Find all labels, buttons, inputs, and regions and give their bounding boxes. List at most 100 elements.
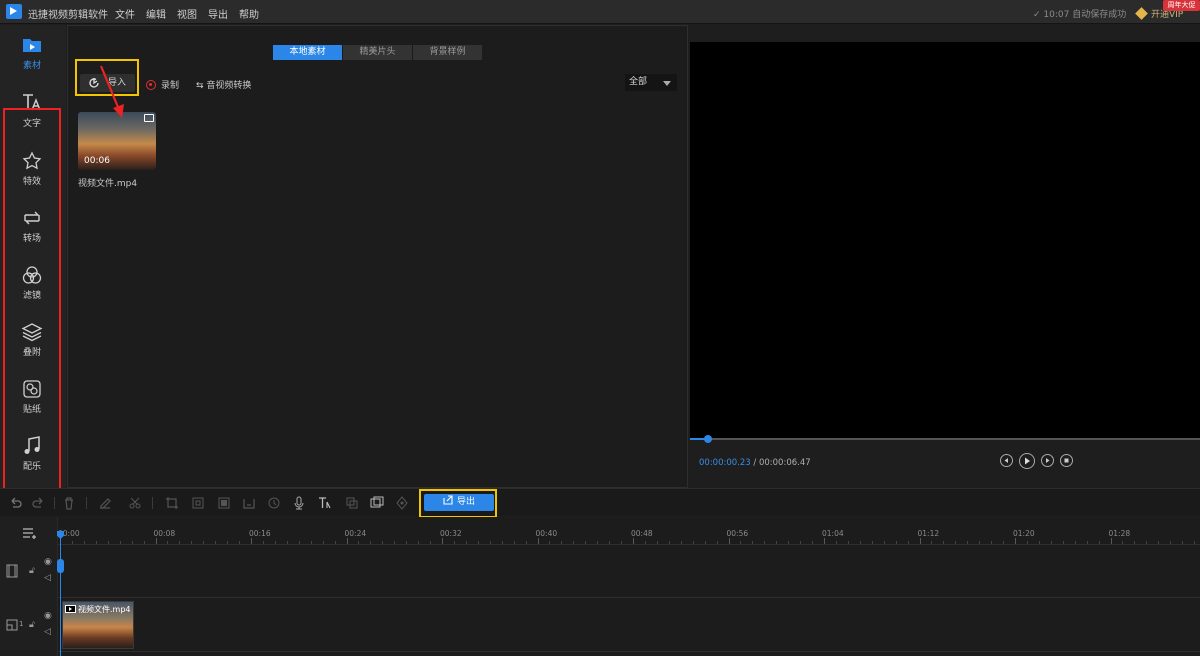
mosaic-icon[interactable] <box>217 496 231 510</box>
clock-icon[interactable] <box>267 496 281 510</box>
speaker-icon[interactable]: ◁ <box>44 573 51 583</box>
media-filter-select[interactable]: 全部 <box>625 74 677 91</box>
ruler-tick-label: 00:48 <box>631 529 653 538</box>
frame-icon[interactable] <box>242 496 256 510</box>
playhead[interactable] <box>60 536 61 656</box>
export-label: 导出 <box>456 497 475 507</box>
play-icon <box>1025 457 1030 464</box>
autosave-status: ✓ 10:07 自动保存成功 <box>1033 10 1127 20</box>
text-tool-icon[interactable] <box>318 496 332 510</box>
lock-icon[interactable]: 🔓︎ <box>29 566 35 576</box>
ruler-minor-tick <box>453 541 455 544</box>
ruler-tick <box>251 538 252 544</box>
ruler-minor-tick <box>143 541 145 544</box>
step-back-icon <box>1004 458 1008 463</box>
lock-icon[interactable]: 🔓︎ <box>29 620 35 630</box>
ruler-minor-tick <box>1086 541 1088 544</box>
play-button[interactable] <box>1019 452 1035 469</box>
ruler-minor-tick <box>119 541 121 544</box>
menu-export[interactable]: 导出 <box>208 6 228 21</box>
convert-label: 音视频转换 <box>206 81 252 91</box>
stop-icon <box>1064 458 1069 463</box>
media-panel: 本地素材 精美片头 背景样例 导入 录制 ⇆ 音视频转换 全部 00:06 视频… <box>67 25 688 488</box>
title-bar: 迅捷视频剪辑软件 文件 编辑 视图 导出 帮助 ✓ 10:07 自动保存成功 开… <box>0 0 1200 24</box>
ruler-minor-tick <box>740 541 742 544</box>
total-time: / 00:00:06.47 <box>753 458 811 468</box>
sidebar-item-label: 素材 <box>22 61 41 71</box>
edit-icon[interactable] <box>98 496 112 510</box>
ruler-minor-tick <box>1194 541 1196 544</box>
record-button[interactable]: 录制 <box>146 78 179 91</box>
record-label: 录制 <box>161 81 180 91</box>
clip-name: 视频文件.mp4 <box>78 605 131 614</box>
ruler-minor-tick <box>477 541 479 544</box>
tab-local-media[interactable]: 本地素材 <box>273 45 342 60</box>
tab-intros[interactable]: 精美片头 <box>343 45 412 60</box>
stop-button[interactable] <box>1060 454 1073 467</box>
video-track[interactable] <box>57 545 1200 598</box>
eye-icon[interactable]: ◉ <box>44 611 52 621</box>
copy-icon[interactable] <box>345 496 359 510</box>
preview-panel: 00:00:00.23 / 00:00:06.47 <box>690 25 1200 488</box>
timeline-clip[interactable]: 视频文件.mp4 <box>62 601 134 649</box>
ruler-minor-tick <box>907 541 909 544</box>
ruler-tick <box>1110 538 1112 544</box>
menu-help[interactable]: 帮助 <box>239 6 259 21</box>
convert-button[interactable]: ⇆ 音视频转换 <box>196 78 251 91</box>
ruler-minor-tick <box>107 541 109 544</box>
ruler-minor-tick <box>883 541 885 544</box>
ruler-minor-tick <box>1050 541 1052 544</box>
tab-backgrounds[interactable]: 背景样例 <box>413 45 482 60</box>
step-forward-icon <box>1046 458 1050 463</box>
ruler-tick-label: 01:04 <box>822 529 844 538</box>
crop-icon[interactable] <box>165 496 179 510</box>
menu-file[interactable]: 文件 <box>115 6 135 21</box>
ruler-minor-tick <box>1122 541 1124 544</box>
redo-icon[interactable] <box>32 496 46 510</box>
time-ruler[interactable]: 00:00 00:08 00:16 00:24 00:32 00:40 00:48 00:56… <box>58 517 1200 545</box>
overlay-track[interactable] <box>58 599 1200 652</box>
ruler-minor-tick <box>131 541 133 544</box>
sidebar-item-media[interactable]: 素材 <box>0 35 64 71</box>
eye-icon[interactable]: ◉ <box>44 557 52 567</box>
timeline: 🔓︎ ◉ ◁ 1 🔓︎ ◉ ◁ 00:00 00:08 00:16 00:24 00:3… <box>0 517 1200 656</box>
ruler-minor-tick <box>621 541 623 544</box>
resize-icon[interactable] <box>191 496 205 510</box>
ruler-minor-tick <box>776 541 778 544</box>
pip-icon[interactable] <box>370 496 384 510</box>
swap-icon: ⇆ <box>196 81 207 91</box>
ruler-minor-tick <box>394 541 396 544</box>
ruler-minor-tick <box>227 541 229 544</box>
cut-icon[interactable] <box>128 496 142 510</box>
ruler-tick-label: 01:12 <box>917 529 940 538</box>
export-button[interactable]: 导出 <box>424 494 494 511</box>
ruler-tick <box>1015 538 1016 544</box>
menu-view[interactable]: 视图 <box>177 6 197 21</box>
ruler-minor-tick <box>764 541 766 544</box>
promo-badge[interactable]: 周年大促 <box>1163 0 1200 11</box>
vip-label: 开通VIP <box>1151 10 1184 20</box>
microphone-icon[interactable] <box>292 496 306 510</box>
previous-frame-button[interactable] <box>1000 454 1013 467</box>
next-frame-button[interactable] <box>1041 454 1054 467</box>
ruler-minor-tick <box>310 541 312 544</box>
add-track-icon[interactable] <box>22 527 38 539</box>
ruler-minor-tick <box>967 541 969 544</box>
ruler-minor-tick <box>549 541 551 544</box>
app-title: 迅捷视频剪辑软件 <box>28 10 108 21</box>
preview-progress-bar[interactable] <box>690 435 1200 443</box>
ruler-minor-tick <box>262 541 264 544</box>
speaker-icon[interactable]: ◁ <box>44 627 51 637</box>
menu-edit[interactable]: 编辑 <box>146 6 166 21</box>
marker-icon[interactable] <box>395 496 409 510</box>
media-duration: 00:06 <box>84 156 110 166</box>
ruler-minor-tick <box>95 541 97 544</box>
delete-icon[interactable] <box>62 496 76 510</box>
progress-handle[interactable] <box>704 435 713 443</box>
ruler-minor-tick <box>525 541 527 544</box>
undo-icon[interactable] <box>8 496 22 510</box>
ruler-minor-tick <box>501 541 503 544</box>
preview-screen <box>690 42 1200 438</box>
ruler-minor-tick <box>644 541 646 544</box>
ruler-tick <box>728 538 730 544</box>
